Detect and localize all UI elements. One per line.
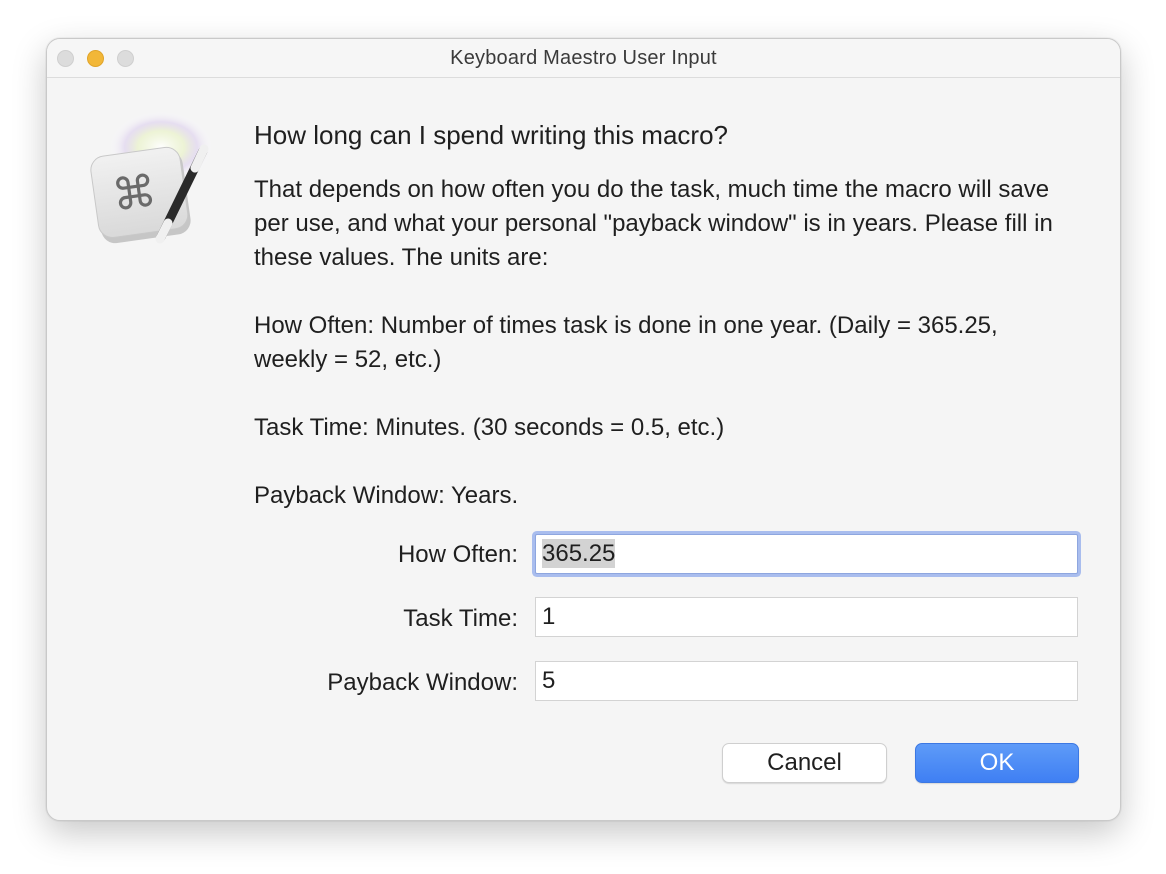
keyboard-maestro-app-icon: ⌘ <box>83 107 213 247</box>
payback-window-field[interactable]: 5 <box>535 661 1078 701</box>
command-glyph: ⌘ <box>109 165 160 222</box>
how-often-value: 365.25 <box>542 539 616 568</box>
keyboard-maestro-icon: ⌘ <box>90 111 213 244</box>
title-bar: Keyboard Maestro User Input <box>47 39 1120 78</box>
ok-button[interactable]: OK <box>915 743 1079 783</box>
prompt-paragraph-how-often: How Often: Number of times task is done … <box>254 312 998 373</box>
prompt-paragraph-intro: That depends on how often you do the tas… <box>254 176 1053 271</box>
payback-window-value: 5 <box>542 667 556 694</box>
prompt-paragraph-task-time: Task Time: Minutes. (30 seconds = 0.5, e… <box>254 414 725 441</box>
task-time-field[interactable]: 1 <box>535 597 1078 637</box>
prompt-paragraph-payback: Payback Window: Years. <box>254 482 519 509</box>
task-time-value: 1 <box>542 603 556 630</box>
window-title: Keyboard Maestro User Input <box>450 47 717 69</box>
user-input-dialog: Keyboard Maestro User Input ⌘ How long c… <box>46 38 1121 821</box>
how-often-label: How Often: <box>397 541 518 568</box>
prompt-heading: How long can I spend writing this macro? <box>254 120 729 150</box>
payback-window-label: Payback Window: <box>327 669 518 696</box>
cancel-button[interactable]: Cancel <box>722 743 887 783</box>
how-often-field[interactable]: 365.25 <box>535 534 1078 574</box>
task-time-label: Task Time: <box>403 605 518 632</box>
